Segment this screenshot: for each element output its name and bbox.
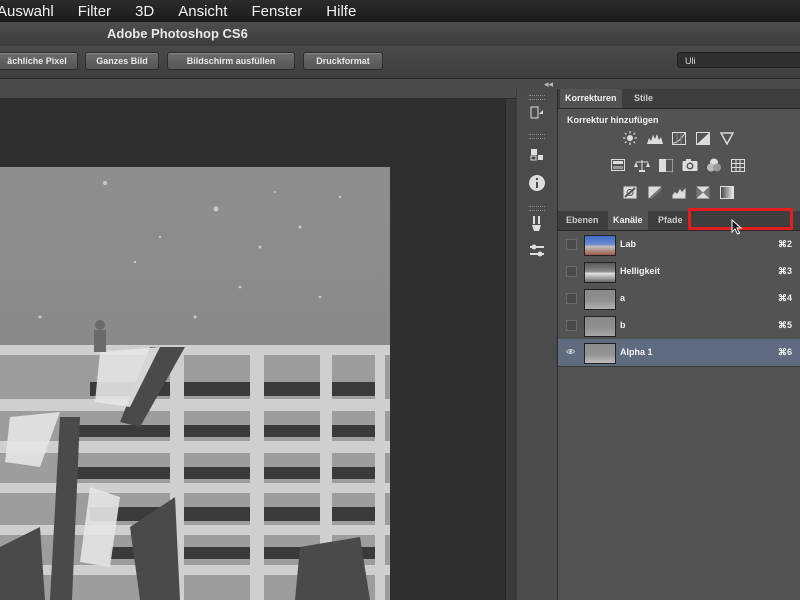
- fit-screen-button[interactable]: Ganzes Bild: [85, 52, 159, 70]
- channel-row-a[interactable]: a ⌘4: [558, 285, 800, 313]
- menu-fenster[interactable]: Fenster: [251, 3, 302, 20]
- selective-color-icon[interactable]: [719, 185, 735, 199]
- visibility-toggle[interactable]: [566, 320, 577, 331]
- document-scrollbar[interactable]: [505, 99, 517, 600]
- brush-icon[interactable]: [526, 213, 548, 233]
- workspace-select[interactable]: Uli: [677, 52, 800, 68]
- document-tab-strip: [0, 79, 516, 99]
- tab-korrekturen[interactable]: Korrekturen: [560, 89, 622, 108]
- panel-icon-column: [517, 89, 558, 600]
- channel-row-alpha-1[interactable]: Alpha 1 ⌘6: [558, 339, 800, 367]
- visibility-toggle[interactable]: [566, 239, 577, 250]
- eye-icon[interactable]: [566, 347, 575, 356]
- channel-row-helligkeit[interactable]: Helligkeit ⌘3: [558, 258, 800, 286]
- options-bar: ächliche Pixel Ganzes Bild Bildschirm au…: [0, 46, 800, 79]
- menu-hilfe[interactable]: Hilfe: [326, 3, 356, 20]
- exposure-icon[interactable]: [695, 131, 711, 145]
- 3d-tools-icon[interactable]: [526, 144, 548, 164]
- channel-thumbnail: [584, 316, 616, 337]
- brightness-icon[interactable]: [622, 131, 638, 145]
- hue-saturation-icon[interactable]: [610, 158, 626, 172]
- canvas-image: [0, 181, 390, 600]
- fill-screen-button[interactable]: Bildschirm ausfüllen: [167, 52, 295, 70]
- curves-icon[interactable]: [671, 131, 687, 145]
- visibility-toggle[interactable]: [566, 266, 577, 277]
- channel-row-lab[interactable]: Lab ⌘2: [558, 231, 800, 259]
- channel-thumbnail: [584, 343, 616, 364]
- menu-auswahl[interactable]: Auswahl: [0, 3, 54, 20]
- visibility-toggle[interactable]: [566, 293, 577, 304]
- tab-pfade[interactable]: Pfade: [653, 211, 688, 230]
- history-icon[interactable]: [526, 103, 548, 123]
- info-icon[interactable]: [526, 173, 548, 193]
- right-panel: Korrekturen Stile Korrektur hinzufügen E…: [558, 89, 800, 600]
- invert-icon[interactable]: [622, 185, 638, 199]
- menu-bar: Auswahl Filter 3D Ansicht Fenster Hilfe: [0, 0, 800, 22]
- menu-3d[interactable]: 3D: [135, 3, 154, 20]
- channel-name: Alpha 1: [620, 347, 653, 357]
- tab-stile[interactable]: Stile: [629, 89, 658, 108]
- channel-name: Lab: [620, 239, 637, 249]
- channel-row-b[interactable]: b ⌘5: [558, 312, 800, 340]
- gradient-map-icon[interactable]: [695, 185, 711, 199]
- tab-ebenen[interactable]: Ebenen: [561, 211, 604, 230]
- tab-kanaele[interactable]: Kanäle: [608, 211, 648, 230]
- channel-shortcut: ⌘4: [777, 293, 792, 303]
- image-canvas[interactable]: [0, 167, 390, 600]
- black-white-icon[interactable]: [658, 158, 674, 172]
- threshold-icon[interactable]: [671, 185, 687, 199]
- mouse-cursor-icon: [731, 218, 743, 240]
- channel-shortcut: ⌘5: [777, 320, 792, 330]
- channel-shortcut: ⌘2: [777, 239, 792, 249]
- menu-ansicht[interactable]: Ansicht: [178, 3, 227, 20]
- title-bar: Adobe Photoshop CS6: [0, 22, 800, 46]
- grip-handle[interactable]: [529, 95, 545, 100]
- color-balance-icon[interactable]: [634, 158, 650, 172]
- app-title: Adobe Photoshop CS6: [107, 26, 248, 41]
- brush-presets-icon[interactable]: [526, 241, 548, 261]
- channel-name: b: [620, 320, 626, 330]
- adjustments-tab-bar: Korrekturen Stile: [558, 89, 800, 109]
- menu-filter[interactable]: Filter: [78, 3, 111, 20]
- grip-handle[interactable]: [529, 134, 545, 139]
- channel-shortcut: ⌘3: [777, 266, 792, 276]
- channel-mixer-icon[interactable]: [706, 158, 722, 172]
- posterize-icon[interactable]: [647, 185, 663, 199]
- channel-name: Helligkeit: [620, 266, 661, 276]
- levels-icon[interactable]: [647, 131, 663, 145]
- channel-thumbnail: [584, 235, 616, 256]
- print-size-button[interactable]: Druckformat: [303, 52, 383, 70]
- actual-pixels-button[interactable]: ächliche Pixel: [0, 52, 78, 70]
- photo-filter-icon[interactable]: [682, 158, 698, 172]
- channel-thumbnail: [584, 262, 616, 283]
- color-lookup-icon[interactable]: [730, 158, 746, 172]
- adjustments-heading: Korrektur hinzufügen: [567, 115, 659, 125]
- grip-handle[interactable]: [529, 206, 545, 211]
- channel-name: a: [620, 293, 626, 303]
- vibrance-icon[interactable]: [719, 131, 735, 145]
- channel-shortcut: ⌘6: [777, 347, 792, 357]
- channel-thumbnail: [584, 289, 616, 310]
- panel-dock-header: [516, 79, 800, 89]
